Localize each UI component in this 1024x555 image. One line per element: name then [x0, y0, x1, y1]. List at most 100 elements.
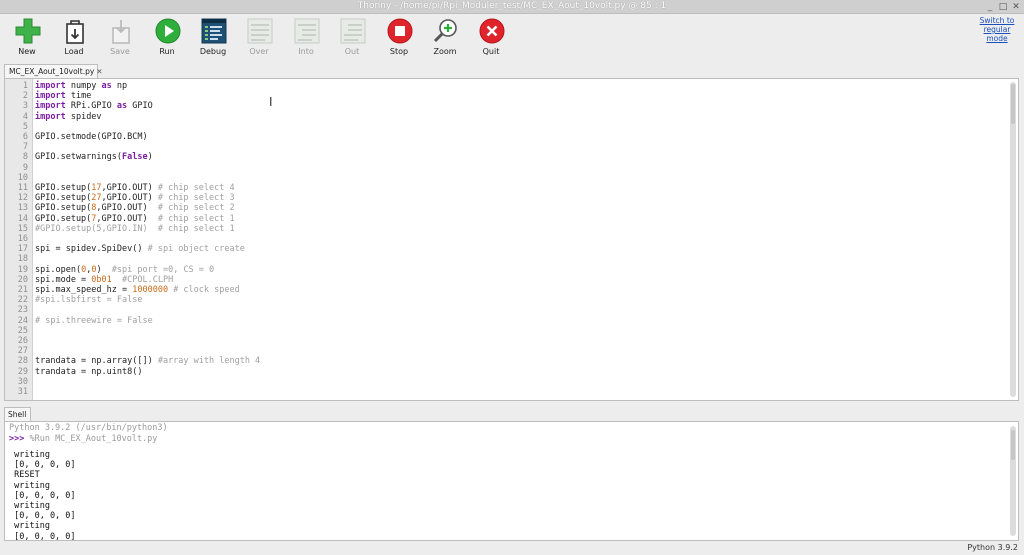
- line-number: 7: [22, 142, 28, 153]
- code-line[interactable]: #GPIO.setup(5,GPIO.IN) # chip select 1: [35, 224, 235, 234]
- code-token: spi.open(: [35, 264, 82, 275]
- code-token: # chip select 4: [157, 183, 235, 193]
- code-line[interactable]: spi = spidev.SpiDev() # spi object creat…: [35, 244, 245, 254]
- debug-button[interactable]: Debug: [191, 16, 235, 60]
- minimize-button[interactable]: _: [984, 1, 996, 13]
- line-number: 25: [17, 325, 28, 336]
- line-number: 30: [17, 376, 28, 387]
- code-editor[interactable]: 1 2 3 4 5 6 7 8 9 10 11 12 13 14 15 16 17 18 19 20 21 22 23 24 2…: [4, 78, 1019, 401]
- shell-prompt: >>>: [9, 434, 25, 444]
- close-window-button[interactable]: ✕: [1010, 1, 1022, 13]
- step-into-button[interactable]: Into: [284, 16, 328, 60]
- code-token: as: [116, 101, 128, 112]
- plus-icon: [15, 18, 41, 44]
- code-token: time: [65, 91, 92, 102]
- code-token: spi.max_speed_hz =: [35, 285, 133, 295]
- code-token: ,GPIO.OUT): [101, 193, 158, 204]
- step-out-button[interactable]: Out: [330, 16, 374, 60]
- code-line[interactable]: import numpy as np: [35, 81, 127, 91]
- code-token: # chip select 3: [157, 193, 235, 204]
- code-token: trandata = np.array([]): [35, 356, 158, 367]
- shell-output-line: [0, 0, 0, 0]: [9, 511, 76, 522]
- stop-button[interactable]: Stop: [377, 16, 421, 60]
- code-token: spidev: [65, 111, 102, 122]
- code-token: #GPIO.setup(5,GPIO.IN) # chip select 1: [35, 223, 235, 234]
- line-number: 28: [17, 356, 28, 367]
- switch-to-regular-mode-link[interactable]: Switch to regular mode: [974, 16, 1020, 43]
- line-number: 27: [17, 346, 28, 357]
- code-token: import: [35, 111, 66, 122]
- thonny-window: Thonny - /home/pi/Rpi_Moduler_test/MC_EX…: [0, 0, 1024, 555]
- code-token: GPIO.setup(: [35, 213, 92, 224]
- step-over-button-label: Over: [249, 47, 269, 56]
- step-over-button[interactable]: Over: [237, 16, 281, 60]
- shell-banner: Python 3.9.2 (/usr/bin/python3): [9, 423, 168, 433]
- line-number: 5: [22, 121, 28, 132]
- code-token: ): [147, 152, 153, 163]
- maximize-button[interactable]: □: [997, 1, 1009, 13]
- editor-scrollbar[interactable]: [1010, 82, 1016, 397]
- code-line[interactable]: import RPi.GPIO as GPIO: [35, 101, 153, 111]
- shell-output-line: [0, 0, 0, 0]: [9, 490, 76, 501]
- save-icon: [112, 20, 130, 44]
- code-token: 17: [91, 183, 102, 193]
- stop-button-label: Stop: [389, 47, 409, 56]
- shell-tab[interactable]: Shell: [4, 407, 31, 421]
- code-line[interactable]: spi.mode = 0b01 #CPOL.CLPH: [35, 275, 173, 285]
- line-number: 24: [17, 315, 28, 326]
- interpreter-version[interactable]: Python 3.9.2: [967, 543, 1018, 552]
- code-token: ,GPIO.OUT): [96, 213, 158, 224]
- code-line[interactable]: GPIO.setup(27,GPIO.OUT) # chip select 3: [35, 193, 235, 203]
- line-number: 22: [17, 295, 28, 306]
- code-line[interactable]: GPIO.setmode(GPIO.BCM): [35, 132, 148, 142]
- code-token: GPIO.setwarnings(: [35, 152, 122, 163]
- zoom-icon: [433, 19, 457, 43]
- line-number: 13: [17, 203, 28, 214]
- shell-scrollbar[interactable]: [1010, 426, 1016, 536]
- code-area[interactable]: import numpy as np import time import RPi.…: [35, 79, 1004, 400]
- code-token: #spi.lsbfirst = False: [35, 295, 143, 306]
- code-line[interactable]: GPIO.setup(17,GPIO.OUT) # chip select 4: [35, 183, 235, 193]
- close-tab-icon[interactable]: ✕: [96, 67, 102, 76]
- shell-scrollbar-thumb[interactable]: [1011, 430, 1015, 460]
- code-line[interactable]: #spi.lsbfirst = False: [35, 295, 142, 305]
- editor-tab-mc-ex-aout[interactable]: MC_EX_Aout_10volt.py ✕: [4, 64, 103, 78]
- load-button[interactable]: Load: [52, 16, 96, 60]
- stop-icon: [387, 18, 413, 44]
- code-line[interactable]: GPIO.setup(7,GPIO.OUT) # chip select 1: [35, 214, 235, 224]
- code-line[interactable]: spi.open(0,0) #spi port =0, CS = 0: [35, 265, 214, 275]
- code-token: False: [122, 152, 148, 163]
- line-number: 23: [17, 305, 28, 316]
- code-line[interactable]: trandata = np.array([]) #array with leng…: [35, 356, 260, 366]
- quit-icon: [479, 18, 505, 44]
- code-line[interactable]: import time: [35, 91, 91, 101]
- line-number: 31: [17, 387, 28, 397]
- load-button-label: Load: [64, 47, 84, 56]
- code-token: #CPOL.CLPH: [122, 274, 174, 285]
- code-token: #spi port =0, CS = 0: [111, 264, 215, 275]
- code-line[interactable]: GPIO.setwarnings(False): [35, 152, 153, 162]
- code-line[interactable]: import spidev: [35, 112, 102, 122]
- new-button[interactable]: New: [5, 16, 49, 60]
- code-line[interactable]: spi.max_speed_hz = 1000000 # clock speed: [35, 285, 240, 295]
- save-button[interactable]: Save: [98, 16, 142, 60]
- zoom-button[interactable]: Zoom: [423, 16, 467, 60]
- code-token: 1000000: [132, 285, 169, 295]
- run-button[interactable]: Run: [145, 16, 189, 60]
- code-line[interactable]: GPIO.setup(8,GPIO.OUT) # chip select 2: [35, 203, 235, 213]
- line-number: 1: [22, 81, 28, 91]
- code-token: ,GPIO.OUT): [101, 183, 158, 193]
- line-number: 6: [22, 132, 28, 142]
- shell-panel[interactable]: Python 3.9.2 (/usr/bin/python3) >>> %Run…: [4, 421, 1019, 541]
- save-button-label: Save: [110, 47, 130, 56]
- editor-scrollbar-thumb[interactable]: [1011, 84, 1015, 124]
- code-token: GPIO: [127, 101, 153, 112]
- status-bar: Python 3.9.2: [0, 542, 1024, 555]
- line-number: 11: [17, 183, 28, 193]
- shell-command-line: >>> %Run MC_EX_Aout_10volt.py: [9, 434, 157, 444]
- code-line[interactable]: trandata = np.uint8(): [35, 367, 142, 377]
- play-icon: [155, 18, 181, 44]
- code-line[interactable]: # spi.threewire = False: [35, 316, 153, 326]
- code-token: # chip select 1: [157, 213, 235, 224]
- quit-button[interactable]: Quit: [469, 16, 513, 60]
